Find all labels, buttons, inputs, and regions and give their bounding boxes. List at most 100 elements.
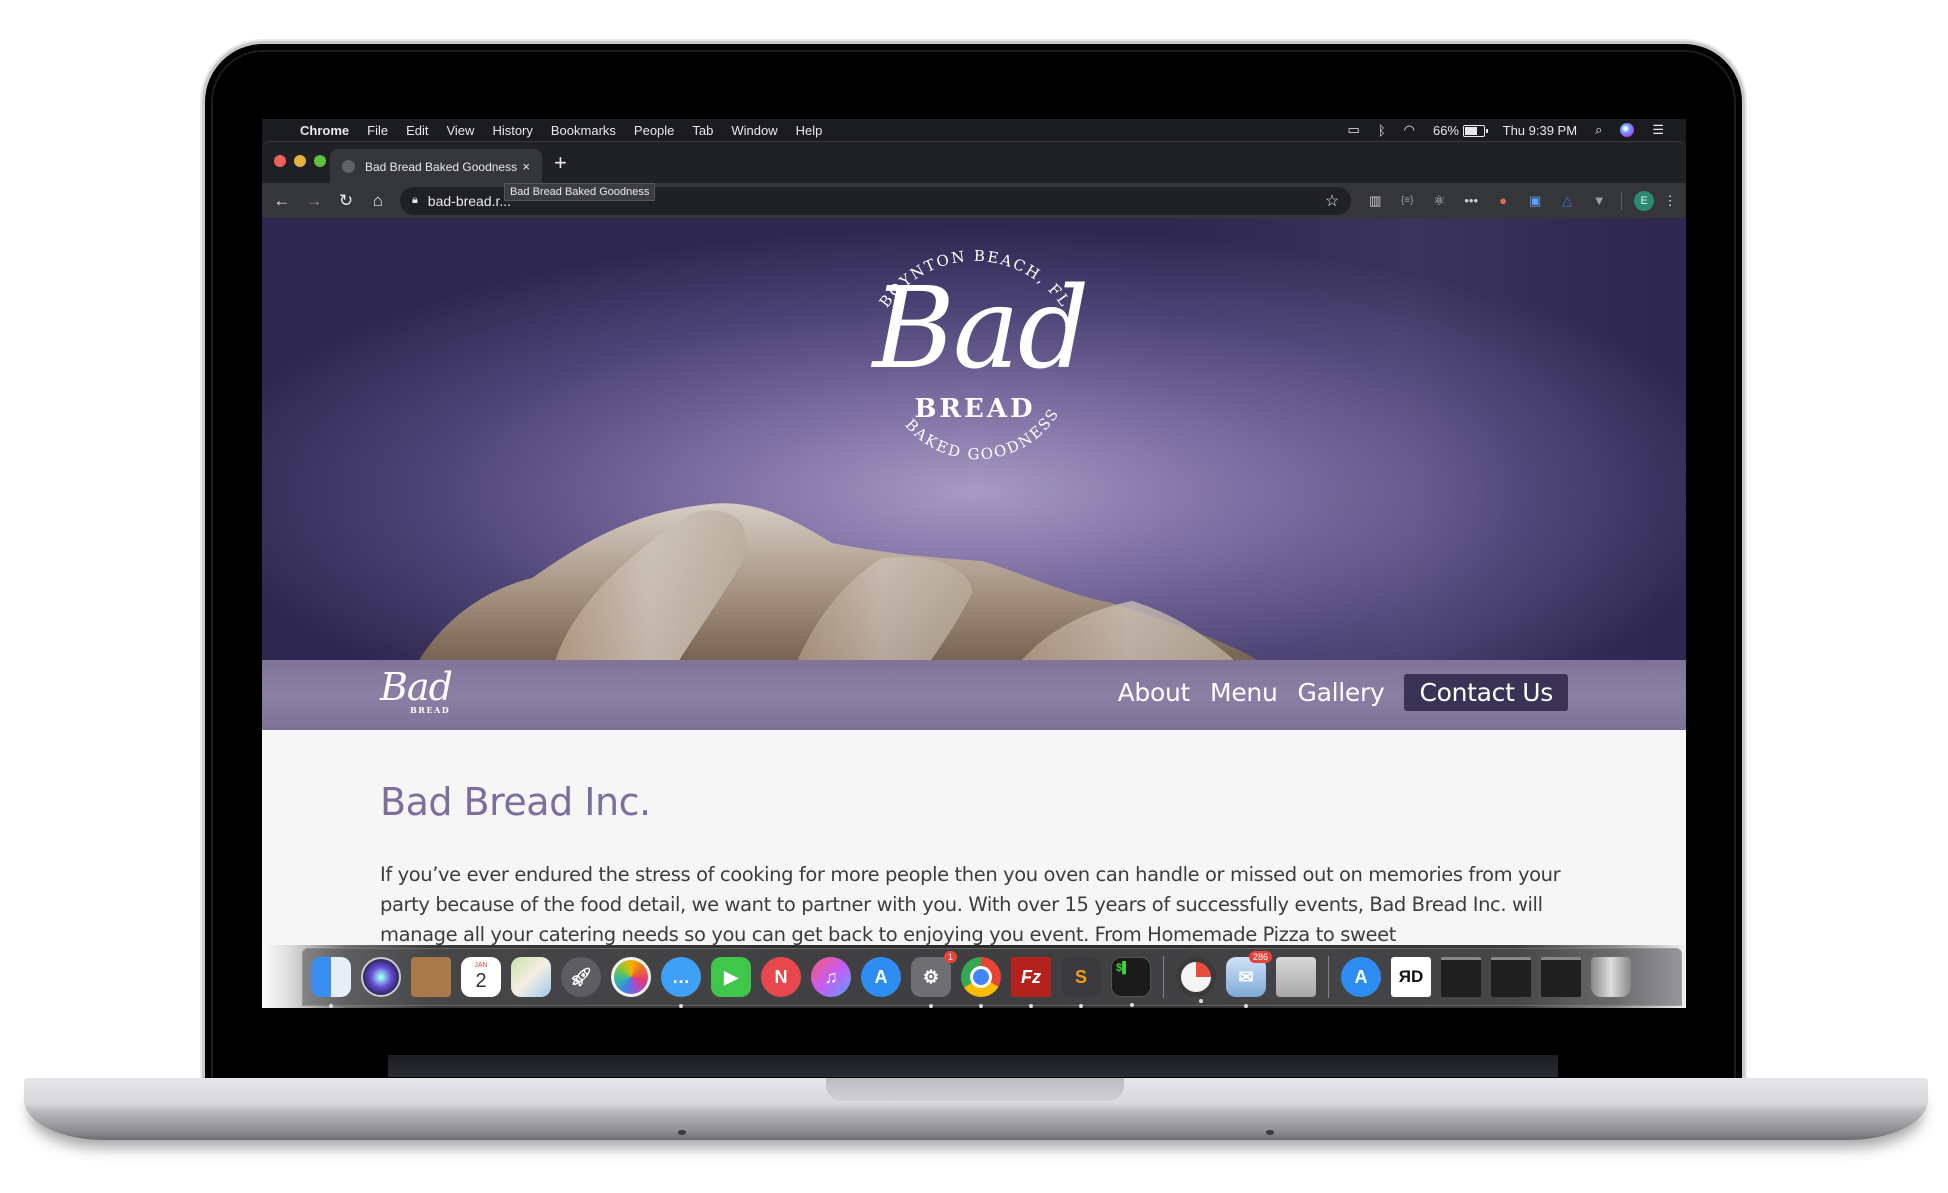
dock-mail-icon[interactable]: ✉ 286 [1226, 951, 1272, 1008]
dock-area: JAN 2 🚀︎ … ▶ N ♫ A ⚙ 1 Fz S $▌ ✉ 286 A ЯD [262, 945, 1686, 1008]
new-tab-button[interactable]: + [554, 150, 567, 176]
dock-trash-icon[interactable] [1591, 957, 1631, 997]
menu-tab[interactable]: Tab [692, 123, 713, 138]
lock-icon[interactable]: 🔒︎ [412, 194, 418, 207]
bookmark-star-icon[interactable]: ☆ [1325, 191, 1339, 211]
brand-wordmark: BREAD [914, 394, 1036, 424]
minimize-window-button[interactable] [294, 155, 306, 167]
dock-itunes-icon[interactable]: ♫ [811, 957, 851, 997]
dock-app-store-folder-icon[interactable]: A [1341, 957, 1381, 997]
bars-extension-icon[interactable]: ▥ [1359, 193, 1391, 209]
dock-launchpad-icon[interactable]: 🚀︎ [561, 957, 601, 997]
globe-favicon-icon [342, 160, 355, 173]
dock-separator [1328, 956, 1329, 998]
dock-calendar-icon[interactable]: JAN 2 [461, 957, 501, 997]
dock-news-icon[interactable]: N [761, 957, 801, 997]
running-indicator [1130, 1003, 1134, 1007]
dock-activity-monitor-icon[interactable] [1176, 957, 1216, 1003]
dock-sublime-window-3[interactable] [1541, 957, 1581, 997]
battery-status[interactable]: 66% [1433, 123, 1488, 138]
dock-separator [1163, 956, 1164, 998]
spotlight-search-icon[interactable]: ⌕ [1595, 122, 1602, 138]
nav-logo-script: Bad [380, 665, 453, 709]
reload-icon[interactable]: ↻ [330, 191, 362, 211]
dock-siri-icon[interactable] [361, 957, 401, 997]
dock-sublime-window-2[interactable] [1491, 957, 1531, 997]
dock-system-preferences-icon[interactable]: ⚙ 1 [911, 951, 957, 1008]
dock-finder-icon[interactable] [311, 957, 351, 1008]
nav-link-gallery[interactable]: Gallery [1298, 678, 1385, 707]
battery-icon [1462, 125, 1488, 138]
address-bar[interactable]: 🔒︎ bad-bread.r... Bad Bread Baked Goodne… [399, 182, 1352, 215]
menu-bookmarks[interactable]: Bookmarks [551, 123, 616, 138]
running-indicator [979, 1004, 983, 1008]
nav-logo[interactable]: Bad BREAD [380, 665, 460, 719]
clock[interactable]: Thu 9:39 PM [1503, 123, 1577, 138]
dock-rd-icon[interactable]: ЯD [1391, 957, 1431, 997]
calendar-day: 2 [475, 969, 487, 992]
json-extension-icon[interactable]: {≡} [1391, 195, 1423, 206]
dots-extension-icon[interactable]: ••• [1455, 193, 1487, 208]
hero-banner: BOYNTON BEACH, FL BAKED GOODNESS Bad BRE… [262, 218, 1686, 673]
dock-contacts-icon[interactable] [411, 957, 451, 997]
brand-script-logo: Bad [872, 264, 1090, 394]
dock-sublime-window-1[interactable] [1441, 957, 1481, 997]
nav-link-contact-us[interactable]: Contact Us [1404, 674, 1568, 711]
dock-maps-icon[interactable] [511, 957, 551, 997]
siri-icon[interactable] [1620, 123, 1635, 137]
notification-center-icon[interactable]: ☰ [1652, 122, 1664, 138]
menu-app-name[interactable]: Chrome [300, 123, 349, 138]
nav-link-menu[interactable]: Menu [1210, 678, 1278, 707]
dock-calculator-icon[interactable] [1276, 957, 1316, 997]
nav-logo-word: BREAD [410, 705, 451, 715]
dock-app-store-icon[interactable]: A [861, 957, 901, 997]
chrome-center [970, 966, 992, 988]
forward-arrow-icon[interactable]: → [298, 191, 330, 211]
back-arrow-icon[interactable]: ← [266, 191, 298, 211]
menu-help[interactable]: Help [796, 123, 823, 138]
vue-devtools-icon[interactable]: ▼ [1583, 193, 1615, 208]
running-indicator [929, 1004, 933, 1008]
dock-chrome-icon[interactable] [961, 957, 1001, 1008]
running-indicator [1199, 999, 1203, 1003]
laptop-opening-notch [826, 1078, 1124, 1101]
menu-file[interactable]: File [367, 123, 388, 138]
browser-tab[interactable]: Bad Bread Baked Goodness × [330, 149, 542, 184]
triangle-extension-icon[interactable]: △ [1551, 193, 1583, 209]
bluetooth-icon[interactable]: ᛒ [1378, 123, 1386, 138]
airplay-icon[interactable]: ▭ [1348, 122, 1360, 138]
page-title: Bad Bread Inc. [380, 780, 651, 824]
laptop-foot [678, 1130, 686, 1135]
bootstrap-extension-icon[interactable]: ▣ [1519, 193, 1551, 209]
color-picker-extension-icon[interactable]: ● [1487, 193, 1519, 208]
site-navbar: Bad BREAD About Menu Gallery Contact Us [262, 660, 1686, 730]
menu-people[interactable]: People [634, 123, 674, 138]
menu-history[interactable]: History [492, 123, 532, 138]
laptop-hinge [388, 1055, 1558, 1077]
running-indicator [1029, 1004, 1033, 1008]
maximize-window-button[interactable] [314, 155, 326, 167]
chrome-menu-icon[interactable]: ⋮ [1654, 193, 1686, 209]
notification-badge: 286 [1248, 951, 1272, 963]
tab-tooltip: Bad Bread Baked Goodness [503, 182, 656, 201]
menu-view[interactable]: View [446, 123, 474, 138]
tab-title: Bad Bread Baked Goodness [365, 159, 518, 174]
dock-photos-icon[interactable] [611, 957, 651, 997]
dock-sublime-icon[interactable]: S [1061, 957, 1101, 1008]
close-tab-icon[interactable]: × [522, 159, 530, 174]
dock-terminal-icon[interactable]: $▌ [1111, 957, 1151, 1007]
dock-filezilla-icon[interactable]: Fz [1011, 957, 1051, 1008]
nav-link-about[interactable]: About [1118, 678, 1191, 707]
dock-facetime-icon[interactable]: ▶ [711, 957, 751, 997]
bread-loaf-image [412, 503, 1262, 673]
close-window-button[interactable] [274, 155, 286, 167]
macos-menubar: Chrome File Edit View History Bookmarks … [262, 119, 1686, 141]
menu-window[interactable]: Window [731, 123, 777, 138]
react-devtools-icon[interactable]: ⚛ [1423, 193, 1455, 209]
profile-avatar[interactable]: E [1634, 190, 1655, 211]
intro-paragraph: If you’ve ever endured the stress of coo… [380, 863, 1561, 945]
dock-messages-icon[interactable]: … [661, 957, 701, 1008]
menu-edit[interactable]: Edit [406, 123, 428, 138]
wifi-icon[interactable]: ◠ [1404, 122, 1415, 138]
home-icon[interactable]: ⌂ [362, 191, 394, 211]
